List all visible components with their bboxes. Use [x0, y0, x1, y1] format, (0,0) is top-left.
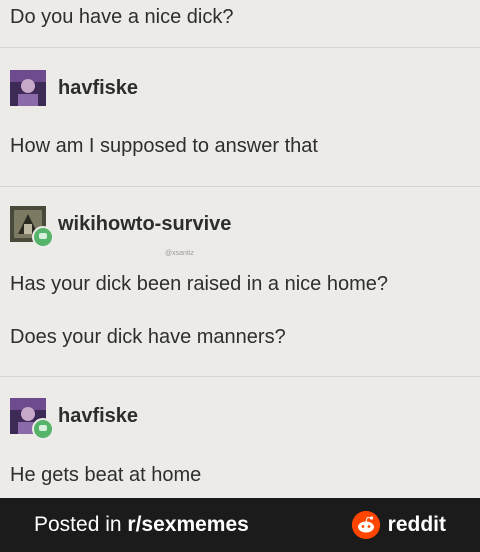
- post-text: He gets beat at home: [10, 464, 202, 486]
- avatar-icon[interactable]: [10, 70, 46, 106]
- reddit-brand[interactable]: reddit: [351, 511, 446, 539]
- subreddit-name[interactable]: r/sexmemes: [127, 513, 248, 536]
- posted-in-label[interactable]: Posted in r/sexmemes: [34, 513, 249, 537]
- reddit-wordmark: reddit: [387, 513, 446, 536]
- reddit-footer-bar: Posted in r/sexmemes reddit: [0, 498, 480, 552]
- username[interactable]: havfiske: [58, 77, 138, 100]
- avatar-icon[interactable]: [10, 206, 54, 248]
- divider: [0, 186, 480, 187]
- source-note: @xsantiz: [165, 250, 194, 257]
- posted-prefix: Posted in: [34, 513, 128, 536]
- divider: [0, 47, 480, 48]
- post-text: Has your dick been raised in a nice home…: [10, 273, 388, 295]
- avatar-icon[interactable]: [10, 398, 54, 440]
- online-badge-icon: [32, 226, 54, 248]
- divider: [0, 376, 480, 377]
- question-text: Do you have a nice dick?: [10, 6, 234, 28]
- post-header-havfiske-1[interactable]: havfiske: [10, 70, 138, 106]
- post-header-wikihowto-survive[interactable]: wikihowto-survive: [10, 206, 231, 248]
- thread-content: Do you have a nice dick? havfiske How am…: [0, 0, 480, 498]
- post-text: How am I supposed to answer that: [10, 135, 318, 157]
- online-badge-icon: [32, 418, 54, 440]
- post-header-havfiske-2[interactable]: havfiske: [10, 398, 138, 440]
- post-text: Does your dick have manners?: [10, 326, 286, 348]
- username[interactable]: wikihowto-survive: [58, 213, 231, 236]
- reddit-logo-icon: [351, 511, 380, 539]
- username[interactable]: havfiske: [58, 405, 138, 428]
